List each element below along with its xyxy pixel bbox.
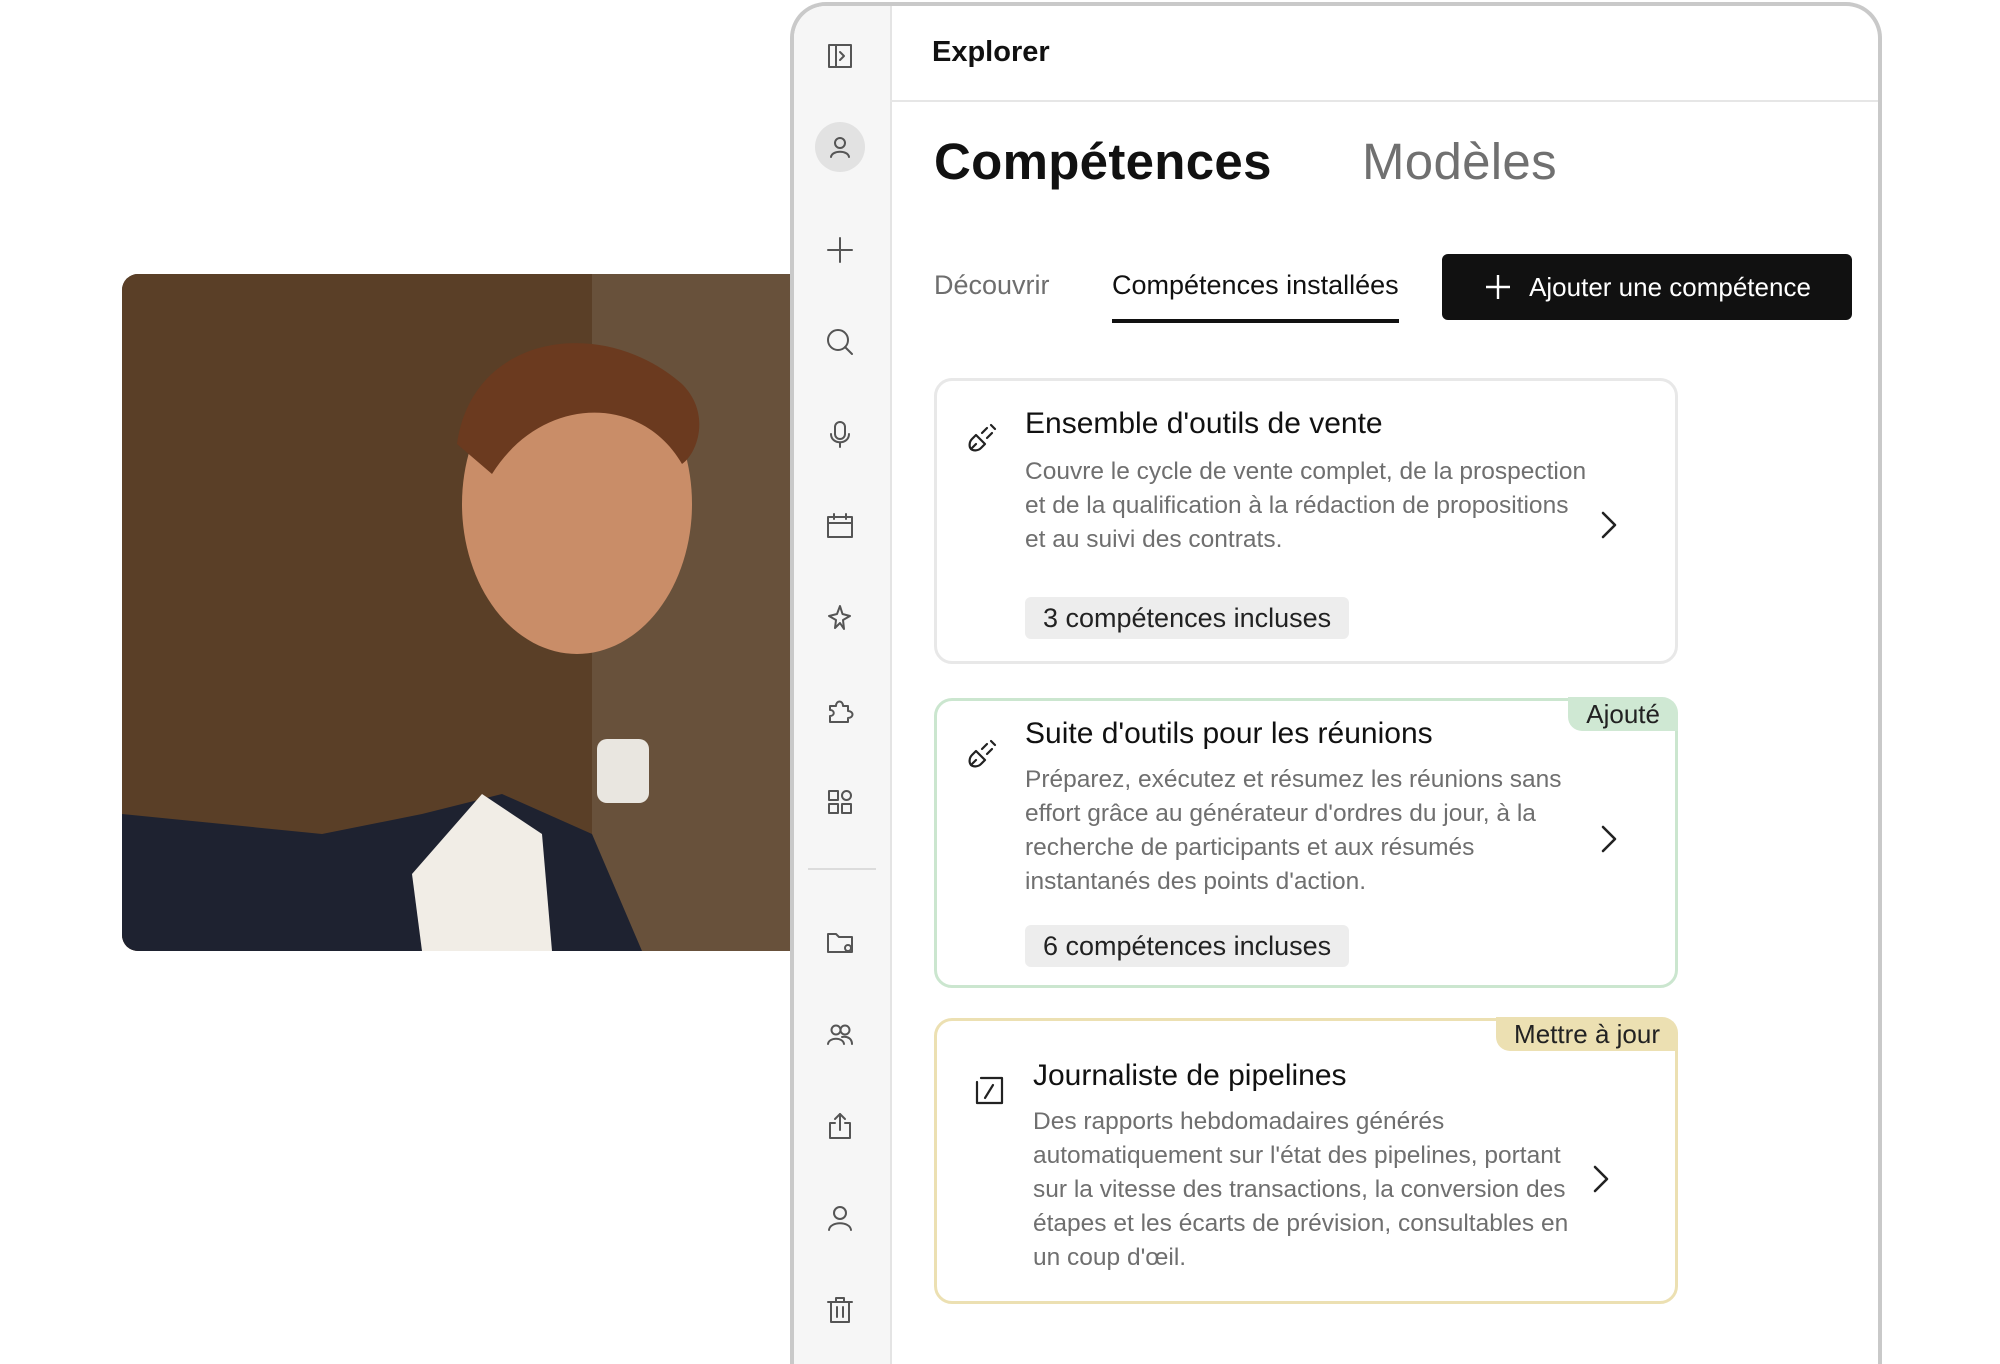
plus-icon[interactable] [818,228,862,272]
chevron-right-icon[interactable] [1595,821,1623,857]
chevron-right-icon[interactable] [1595,507,1623,543]
included-skills-pill: 6 compétences incluses [1025,925,1350,967]
icon-rail [794,6,892,1364]
calendar-icon[interactable] [818,504,862,548]
folder-icon[interactable] [818,920,862,964]
plus-icon [1486,275,1511,299]
added-badge: Ajouté [1568,697,1678,731]
tab-modeles[interactable]: Modèles [1362,132,1557,191]
skill-card-meetings[interactable]: Ajouté Suite d'outils pour les réunions … [934,697,1678,988]
plug-icon [963,735,1001,773]
skill-card-title: Suite d'outils pour les réunions [1025,717,1433,750]
window-title: Explorer [932,36,1050,68]
skill-card-description: Des rapports hebdomadaires générés autom… [1033,1108,1569,1271]
rail-divider [808,868,876,870]
search-icon[interactable] [818,320,862,364]
trash-icon[interactable] [818,1288,862,1332]
chevron-right-icon[interactable] [1587,1161,1615,1197]
subtab-discover[interactable]: Découvrir [934,270,1050,319]
app-window: Explorer Compétences Modèles Découvrir C… [790,2,1882,1364]
tab-competences[interactable]: Compétences [934,132,1272,191]
plug-icon [963,419,1001,457]
microphone-icon[interactable] [818,412,862,456]
subtab-installed[interactable]: Compétences installées [1112,270,1399,323]
user-avatar-icon[interactable] [815,122,865,172]
skill-card-description: Couvre le cycle de vente complet, de la … [1025,458,1587,553]
skill-card-title: Journaliste de pipelines [1033,1059,1347,1092]
sidebar-toggle-icon[interactable] [818,34,862,78]
included-skills-pill: 3 compétences incluses [1025,597,1350,639]
skill-card-description: Préparez, exécutez et résumez les réunio… [1025,766,1562,895]
top-bar: Explorer [890,6,1878,102]
update-badge: Mettre à jour [1496,1017,1678,1051]
hero-photo [122,274,812,951]
add-skill-button[interactable]: Ajouter une compétence [1442,254,1852,320]
user-icon[interactable] [818,1196,862,1240]
users-icon[interactable] [818,1012,862,1056]
puzzle-icon[interactable] [818,688,862,732]
skill-card-pipelines[interactable]: Mettre à jour Journaliste de pipelines D… [934,1017,1678,1304]
slash-box-icon [971,1071,1009,1109]
share-icon[interactable] [818,1104,862,1148]
sparkle-icon[interactable] [818,596,862,640]
skill-card-sales[interactable]: Ensemble d'outils de vente Couvre le cyc… [934,378,1678,664]
add-skill-button-label: Ajouter une compétence [1529,271,1811,302]
skill-card-title: Ensemble d'outils de vente [1025,407,1383,440]
apps-grid-icon[interactable] [818,780,862,824]
